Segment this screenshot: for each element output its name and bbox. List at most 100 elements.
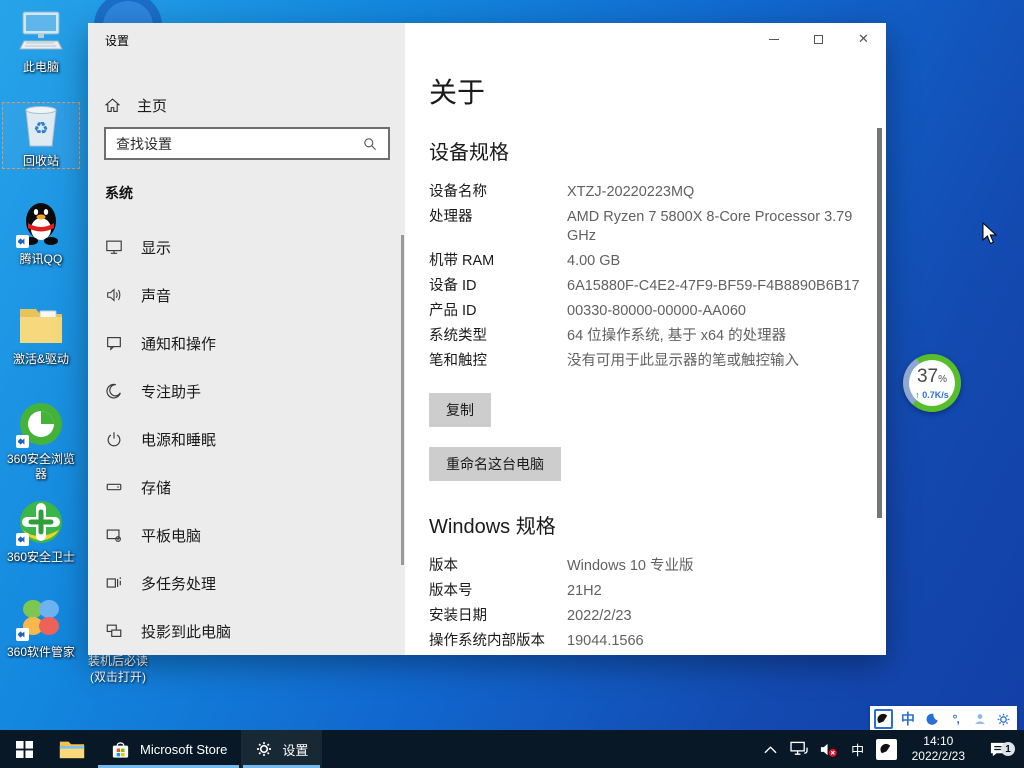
desktop-icon-this-pc[interactable]: 此电脑	[2, 8, 80, 75]
ime-settings-gear-icon[interactable]	[994, 709, 1013, 729]
desktop-icon-360-browser[interactable]: 360安全浏览器	[2, 400, 80, 482]
start-button[interactable]	[0, 730, 48, 768]
close-button[interactable]: ✕	[841, 23, 886, 55]
volume-muted-icon[interactable]	[818, 741, 840, 758]
spec-row: 操作系统内部版本19044.1566	[429, 632, 886, 651]
spec-label: 产品 ID	[429, 302, 567, 321]
rename-pc-button[interactable]: 重命名这台电脑	[429, 447, 561, 481]
sidebar-item-label: 专注助手	[141, 381, 201, 402]
taskbar-empty-area	[322, 730, 759, 768]
this-pc-icon	[2, 8, 80, 56]
360-safeguard-icon	[2, 498, 80, 546]
action-center-button[interactable]: 1	[980, 740, 1018, 758]
settings-gear-icon	[255, 740, 273, 758]
windows-spec-rows: 版本Windows 10 专业版 版本号21H2 安装日期2022/2/23 操…	[429, 557, 886, 655]
sidebar-item-label: 显示	[141, 237, 171, 258]
percent-sign: %	[938, 374, 947, 385]
notification-badge: 1	[1001, 742, 1015, 756]
window-title: 设置	[105, 32, 129, 49]
sound-icon	[105, 286, 123, 304]
sidebar-item-label: 投影到此电脑	[141, 621, 231, 642]
settings-search-input[interactable]	[106, 136, 362, 152]
spec-value: 64 位操作系统, 基于 x64 的处理器	[567, 327, 873, 346]
ime-logo-icon[interactable]	[874, 709, 893, 729]
sidebar-item-multitasking[interactable]: 多任务处理	[88, 559, 405, 607]
ime-chinese-mode-icon[interactable]: 中	[898, 709, 917, 729]
notifications-icon	[105, 334, 123, 352]
desktop-icon-readme-label[interactable]: 装机后必读(双击打开)	[86, 653, 150, 685]
microsoft-store-icon	[110, 739, 131, 760]
memory-percent: 37	[917, 366, 938, 387]
desktop-icon-drivers-folder[interactable]: 激活&驱动	[2, 300, 80, 367]
spec-row: 产品 ID00330-80000-00000-AA060	[429, 302, 886, 321]
shortcut-arrow-icon	[16, 628, 29, 641]
maximize-button[interactable]	[796, 23, 841, 55]
spec-label: 设备名称	[429, 183, 567, 202]
sidebar-item-label: 电源和睡眠	[141, 429, 216, 450]
spec-row: 版本号21H2	[429, 582, 886, 601]
spec-label: 系统类型	[429, 327, 567, 346]
sidebar-item-label: 平板电脑	[141, 525, 201, 546]
spec-row: 系统类型64 位操作系统, 基于 x64 的处理器	[429, 327, 886, 346]
desktop-icon-360-safeguard[interactable]: 360安全卫士	[2, 498, 80, 565]
taskbar-clock[interactable]: 14:10 2022/2/23	[904, 734, 973, 764]
sidebar-scrollbar[interactable]	[401, 235, 404, 565]
spec-value: Windows 10 专业版	[567, 557, 873, 576]
desktop-icon-label: 此电脑	[2, 60, 80, 75]
360-speed-ball[interactable]: 37% ↑ 0.7K/s	[903, 354, 961, 412]
spec-value: 21H2	[567, 582, 873, 601]
taskbar-button-settings[interactable]: 设置	[241, 730, 322, 768]
spec-label: 操作系统内部版本	[429, 632, 567, 651]
360-browser-icon	[2, 400, 80, 448]
360-software-manager-icon	[2, 593, 80, 641]
spec-row: 设备名称XTZJ-20220223MQ	[429, 183, 886, 202]
spec-value: 19044.1566	[567, 632, 873, 651]
desktop-icon-label: 360安全浏览器	[2, 452, 80, 482]
spec-label: 设备 ID	[429, 277, 567, 296]
spec-label: 处理器	[429, 208, 567, 246]
ime-language-indicator[interactable]: 中	[847, 740, 869, 759]
settings-search-box	[104, 127, 390, 160]
main-scrollbar[interactable]	[877, 128, 882, 518]
desktop-icon-qq[interactable]: 腾讯QQ	[2, 200, 80, 267]
device-spec-rows: 设备名称XTZJ-20220223MQ 处理器AMD Ryzen 7 5800X…	[429, 183, 886, 371]
multitasking-icon	[105, 574, 123, 592]
desktop-icon-recycle-bin[interactable]: ♻ 回收站	[2, 102, 80, 169]
clock-date: 2022/2/23	[912, 749, 965, 764]
spec-value: 00330-80000-00000-AA060	[567, 302, 873, 321]
spec-row: 安装日期2022/2/23	[429, 607, 886, 626]
sidebar-item-project[interactable]: 投影到此电脑	[88, 607, 405, 655]
spec-value: 没有可用于此显示器的笔或触控输入	[567, 352, 873, 371]
shortcut-arrow-icon	[16, 435, 29, 448]
sidebar-item-home[interactable]: 主页	[104, 85, 384, 125]
spec-label: 安装日期	[429, 607, 567, 626]
ime-moon-icon[interactable]	[922, 709, 941, 729]
spec-value: XTZJ-20220223MQ	[567, 183, 873, 202]
page-title: 关于	[429, 75, 886, 111]
ime-tray-icon[interactable]	[876, 739, 897, 760]
sidebar-item-power-sleep[interactable]: 电源和睡眠	[88, 415, 405, 463]
show-hidden-icons-chevron[interactable]	[760, 745, 782, 754]
sidebar-item-focus-assist[interactable]: 专注助手	[88, 367, 405, 415]
settings-main-panel: 关于 设备规格 设备名称XTZJ-20220223MQ 处理器AMD Ryzen…	[405, 23, 886, 655]
network-icon[interactable]	[789, 741, 811, 757]
sidebar-item-display[interactable]: 显示	[88, 223, 405, 271]
taskbar-button-microsoft-store[interactable]: Microsoft Store	[96, 730, 241, 768]
sidebar-item-sound[interactable]: 声音	[88, 271, 405, 319]
file-explorer-button[interactable]	[48, 730, 96, 768]
shortcut-arrow-icon	[16, 533, 29, 546]
tablet-icon	[105, 526, 123, 544]
desktop-icon-360-software-manager[interactable]: 360软件管家	[2, 593, 80, 660]
device-spec-heading: 设备规格	[429, 139, 886, 167]
settings-window: 设置 主页 系统	[88, 23, 886, 655]
sidebar-item-storage[interactable]: 存储	[88, 463, 405, 511]
copy-button[interactable]: 复制	[429, 393, 491, 427]
sidebar-item-tablet[interactable]: 平板电脑	[88, 511, 405, 559]
mouse-cursor	[982, 222, 999, 246]
minimize-button[interactable]	[751, 23, 796, 55]
spec-row: 设备 ID6A15880F-C4E2-47F9-BF59-F4B8890B6B1…	[429, 277, 886, 296]
sidebar-item-notifications[interactable]: 通知和操作	[88, 319, 405, 367]
spec-label: 版本号	[429, 582, 567, 601]
ime-user-icon[interactable]	[970, 709, 989, 729]
ime-punctuation-icon[interactable]: °,	[946, 709, 965, 729]
